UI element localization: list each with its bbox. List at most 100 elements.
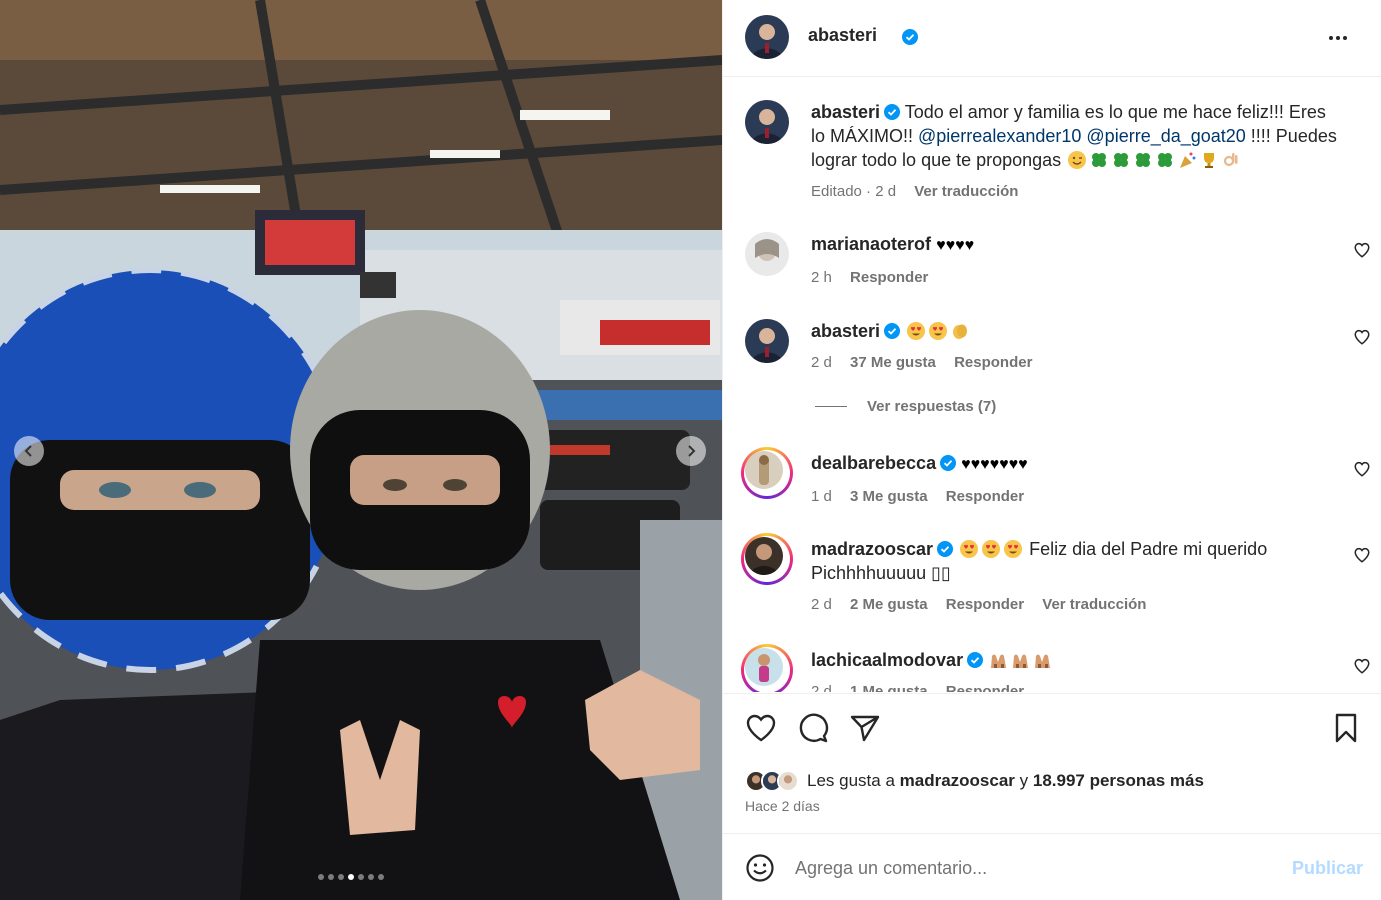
carousel-dot: [338, 874, 344, 880]
comment-likes[interactable]: 1 Me gusta: [850, 683, 928, 692]
comment-body: lachicaalmodovar 2 d 1 Me gusta Responde…: [811, 648, 1331, 692]
heart-eyes-emoji-icon: [1004, 540, 1023, 558]
publish-button[interactable]: Publicar: [1292, 858, 1363, 879]
wink-emoji-icon: [1068, 151, 1087, 169]
post-date: Hace 2 días: [745, 798, 820, 814]
comment-meta: 2 d 1 Me gusta Responder: [811, 680, 1331, 692]
bookmark-icon[interactable]: [1330, 712, 1362, 744]
carousel-indicator: [318, 874, 384, 880]
like-comment-heart-icon[interactable]: [1353, 657, 1371, 675]
raising-hands-emoji-icon: [1035, 654, 1051, 668]
story-ring[interactable]: [741, 447, 793, 499]
carousel-next-button[interactable]: [676, 436, 706, 466]
commenter-username[interactable]: abasteri: [811, 321, 880, 341]
reply-button[interactable]: Responder: [946, 488, 1024, 505]
clover-icon: [1092, 153, 1107, 167]
reply-button[interactable]: Responder: [850, 269, 928, 286]
replies-divider: [815, 406, 847, 407]
comment-likes[interactable]: 37 Me gusta: [850, 354, 936, 371]
heart-icon[interactable]: [745, 712, 777, 744]
clover-icon: [1158, 153, 1173, 167]
caption-username[interactable]: abasteri: [811, 102, 880, 122]
smile-icon[interactable]: [745, 853, 775, 883]
comment-time: 2 d: [811, 683, 832, 692]
caption-body: abasteri Todo el amor y familia es lo qu…: [811, 100, 1341, 204]
action-bar: Les gusta a madrazooscar y 18.997 person…: [723, 693, 1381, 823]
comment-meta: 2 d 37 Me gusta Responder: [811, 351, 1331, 375]
carousel-dot: [328, 874, 334, 880]
likes-count[interactable]: 18.997 personas más: [1033, 771, 1204, 790]
verified-icon: [902, 29, 918, 45]
author-username[interactable]: abasteri: [808, 25, 877, 46]
comment-time: 2 h: [811, 269, 832, 286]
see-translation-link[interactable]: Ver traducción: [1042, 596, 1146, 613]
caption-emojis: [1061, 150, 1242, 170]
story-ring[interactable]: [741, 644, 793, 692]
view-replies-button[interactable]: Ver respuestas (7): [815, 398, 996, 415]
add-comment-bar: Publicar: [723, 833, 1381, 900]
commenter-username[interactable]: madrazooscar: [811, 539, 933, 559]
ok-hand-icon: [1224, 153, 1238, 167]
likes-summary[interactable]: Les gusta a madrazooscar y 18.997 person…: [745, 770, 1204, 792]
reply-button[interactable]: Responder: [954, 354, 1032, 371]
story-ring[interactable]: [741, 533, 793, 585]
comment-likes[interactable]: 2 Me gusta: [850, 596, 928, 613]
trophy-icon: [1204, 153, 1215, 168]
view-replies-label: Ver respuestas (7): [867, 398, 997, 415]
author-avatar[interactable]: [745, 15, 789, 59]
liker-avatar: [777, 770, 799, 792]
comment-body: dealbarebecca ♥♥♥♥♥♥♥ 1 d 3 Me gusta Res…: [811, 451, 1331, 509]
heart-eyes-emoji-icon: [960, 540, 979, 558]
more-options-button[interactable]: [1323, 26, 1353, 50]
mention-link[interactable]: @pierre_da_goat20: [1086, 126, 1245, 146]
likes-user-link[interactable]: madrazooscar: [900, 771, 1015, 790]
comment-meta: 2 d 2 Me gusta Responder Ver traducción: [811, 593, 1331, 617]
chevron-left-icon: [24, 445, 32, 457]
like-comment-heart-icon[interactable]: [1353, 460, 1371, 478]
commenter-username[interactable]: lachicaalmodovar: [811, 650, 963, 670]
caption-avatar[interactable]: [745, 100, 789, 144]
commenter-username[interactable]: marianaoterof: [811, 234, 931, 254]
caption-meta: Editado · 2 d Ver traducción: [811, 180, 1341, 204]
carousel-prev-button[interactable]: [14, 436, 44, 466]
carousel-dot: [318, 874, 324, 880]
heart-eyes-emoji-icon: [929, 322, 948, 340]
verified-icon: [884, 323, 901, 339]
raising-hands-emoji-icon: [991, 654, 1007, 668]
see-translation-link[interactable]: Ver traducción: [914, 183, 1018, 200]
commenter-avatar[interactable]: [745, 648, 783, 686]
commenter-avatar[interactable]: [745, 537, 783, 575]
comment-text: ♥♥♥♥♥♥♥: [961, 456, 1028, 473]
comment-body: abasteri 2 d 37 Me gusta Responder: [811, 319, 1331, 375]
like-comment-heart-icon[interactable]: [1353, 328, 1371, 346]
comment-text: ♥♥♥♥: [936, 237, 975, 254]
comments-list[interactable]: abasteri Todo el amor y familia es lo qu…: [723, 78, 1381, 692]
post-panel: abasteri abasteri Todo el amor y familia…: [722, 0, 1381, 900]
reply-button[interactable]: Responder: [946, 596, 1024, 613]
commenter-username[interactable]: dealbarebecca: [811, 453, 936, 473]
party-popper-icon: [1180, 152, 1196, 168]
mention-link[interactable]: @pierrealexander10: [918, 126, 1081, 146]
commenter-avatar[interactable]: [745, 451, 783, 489]
likes-prefix: Les gusta a: [807, 771, 900, 790]
caption-text: abasteri Todo el amor y familia es lo qu…: [811, 100, 1341, 172]
commenter-avatar[interactable]: [745, 319, 789, 363]
commenter-avatar[interactable]: [745, 232, 789, 276]
comment-icon[interactable]: [797, 712, 829, 744]
like-comment-heart-icon[interactable]: [1353, 546, 1371, 564]
like-comment-heart-icon[interactable]: [1353, 241, 1371, 259]
more-icon-dot: [1336, 36, 1340, 40]
comment-body: madrazooscar Feliz dia del Padre mi quer…: [811, 537, 1331, 617]
share-icon[interactable]: [849, 712, 881, 744]
post-header: abasteri: [723, 0, 1381, 77]
heart-eyes-emoji-icon: [907, 322, 926, 340]
comment-input[interactable]: [795, 854, 1275, 882]
reply-button[interactable]: Responder: [946, 683, 1024, 692]
clover-icon: [1136, 153, 1151, 167]
chevron-right-icon: [688, 445, 696, 457]
comment-likes[interactable]: 3 Me gusta: [850, 488, 928, 505]
carousel-dot: [378, 874, 384, 880]
carousel-dot: [358, 874, 364, 880]
likes-text: Les gusta a madrazooscar y 18.997 person…: [807, 771, 1204, 791]
verified-icon: [937, 541, 954, 557]
